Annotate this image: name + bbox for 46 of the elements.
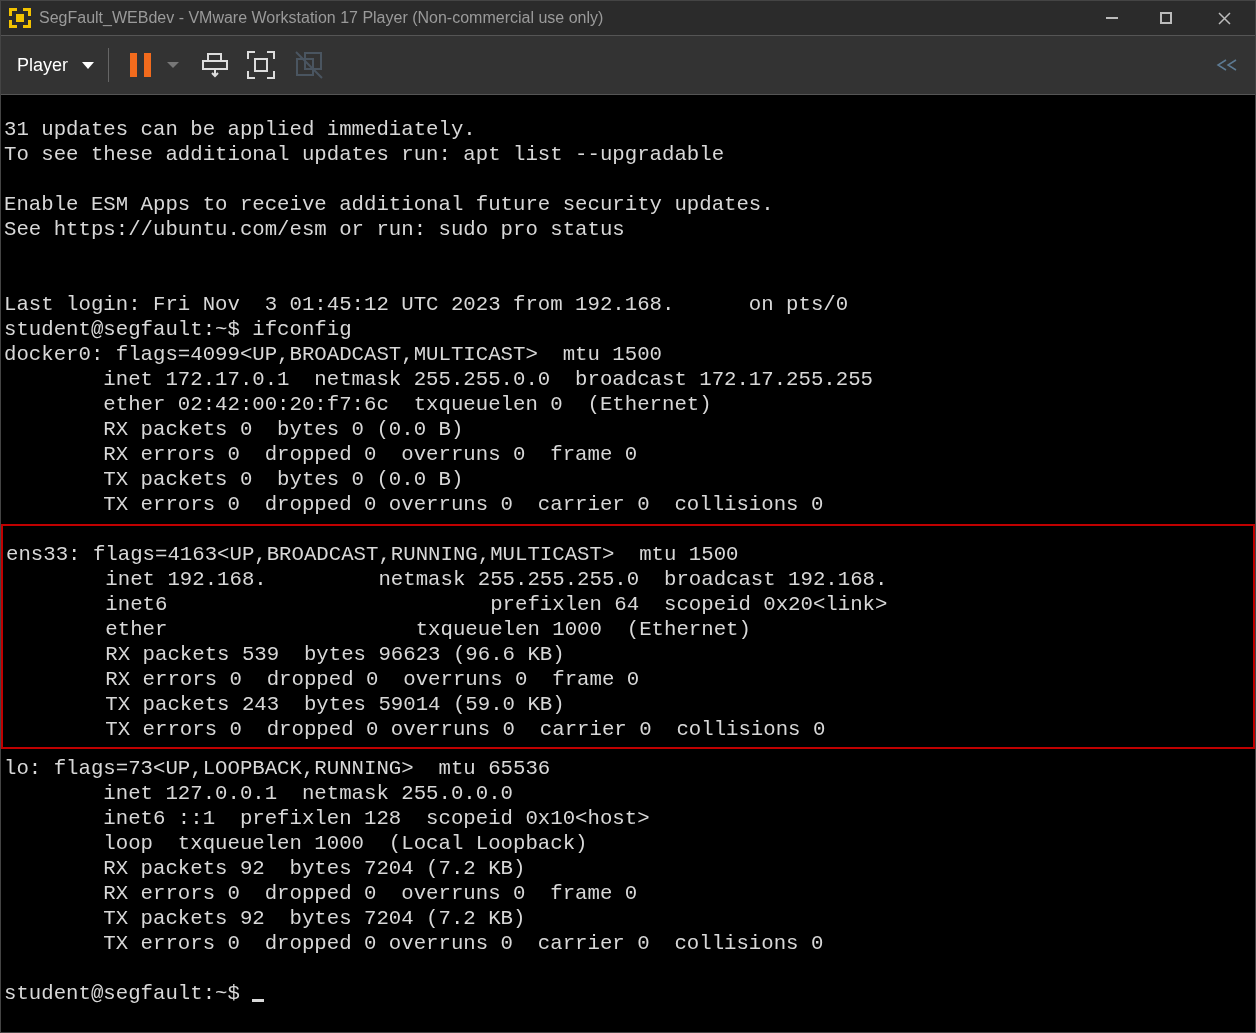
- fullscreen-button[interactable]: [247, 51, 276, 79]
- maximize-icon: [1160, 12, 1172, 24]
- pause-icon: [130, 53, 153, 77]
- window-title: SegFault_WEBdev - VMware Workstation 17 Player (Non-commercial use only): [39, 8, 604, 28]
- terminal-line: To see these additional updates run: apt list --upgradable: [3, 142, 725, 167]
- terminal-line: Enable ESM Apps to receive additional future security updates.: [3, 192, 774, 217]
- terminal-line: TX errors 0 dropped 0 overruns 0 carrier 0 collisions 0: [102, 931, 824, 956]
- terminal-line: RX errors 0 dropped 0 overruns 0 frame 0: [102, 442, 638, 467]
- pause-button[interactable]: [129, 53, 154, 77]
- terminal-line: lo: flags=73<UP,LOOPBACK,RUNNING> mtu 65536: [3, 756, 551, 781]
- terminal-line: student@segfault:~$ ifconfig: [3, 317, 352, 342]
- minimize-icon: [1106, 17, 1118, 19]
- terminal-line: RX errors 0 dropped 0 overruns 0 frame 0: [102, 881, 638, 906]
- terminal-line: loop txqueuelen 1000 (Local Loopback): [102, 831, 588, 856]
- close-icon: [1217, 11, 1231, 25]
- player-menu-button[interactable]: Player: [17, 51, 95, 79]
- terminal-line: inet6 prefixlen 64 scopeid 0x20<link>: [104, 592, 888, 617]
- double-chevron-icon: [1216, 59, 1238, 71]
- terminal-line: inet 172.17.0.1 netmask 255.255.0.0 broadcast 172.17.255.255: [102, 367, 874, 392]
- terminal-line: ether txqueuelen 1000 (Ethernet): [104, 617, 751, 642]
- terminal-line: RX packets 92 bytes 7204 (7.2 KB): [102, 856, 526, 881]
- terminal-line: TX errors 0 dropped 0 overruns 0 carrier 0 collisions 0: [102, 492, 824, 517]
- terminal-line: TX packets 243 bytes 59014 (59.0 KB): [104, 692, 565, 717]
- terminal-line: See https://ubuntu.com/esm or run: sudo pro status: [3, 217, 625, 242]
- terminal-line: ens33: flags=4163<UP,BROADCAST,RUNNING,MULTICAST> mtu 1500: [5, 542, 739, 567]
- app-logo-icon: [7, 6, 33, 30]
- terminal-line: ether 02:42:00:20:f7:6c txqueuelen 0 (Ethernet): [102, 392, 712, 417]
- terminal-line: inet6 ::1 prefixlen 128 scopeid 0x10<host>: [102, 806, 650, 831]
- fullscreen-icon: [247, 51, 276, 79]
- keyboard-arrow-icon: [202, 52, 229, 78]
- caret-icon: [82, 61, 95, 69]
- terminal-line: 31 updates can be applied immediately.: [3, 117, 476, 142]
- terminal-line: TX packets 92 bytes 7204 (7.2 KB): [102, 906, 526, 931]
- unity-icon: [295, 51, 324, 79]
- caret-icon: [167, 62, 180, 68]
- terminal-line: inet 127.0.0.1 netmask 255.0.0.0: [102, 781, 513, 806]
- terminal-line: RX packets 539 bytes 96623 (96.6 KB): [104, 642, 565, 667]
- terminal-line: Last login: Fri Nov 3 01:45:12 UTC 2023 from 192.168. on pts/0: [3, 292, 849, 317]
- terminal-line: RX packets 0 bytes 0 (0.0 B): [102, 417, 464, 442]
- terminal-line: inet 192.168. netmask 255.255.255.0 broadcast 192.168.: [104, 567, 888, 592]
- terminal-line: TX packets 0 bytes 0 (0.0 B): [102, 467, 464, 492]
- terminal-line: student@segfault:~$: [3, 981, 241, 1006]
- terminal-line: RX errors 0 dropped 0 overruns 0 frame 0: [104, 667, 640, 692]
- terminal-line: docker0: flags=4099<UP,BROADCAST,MULTICAST> mtu 1500: [3, 342, 662, 367]
- terminal-line: TX errors 0 dropped 0 overruns 0 carrier 0 collisions 0: [104, 717, 826, 742]
- send-keys-button[interactable]: [201, 51, 230, 79]
